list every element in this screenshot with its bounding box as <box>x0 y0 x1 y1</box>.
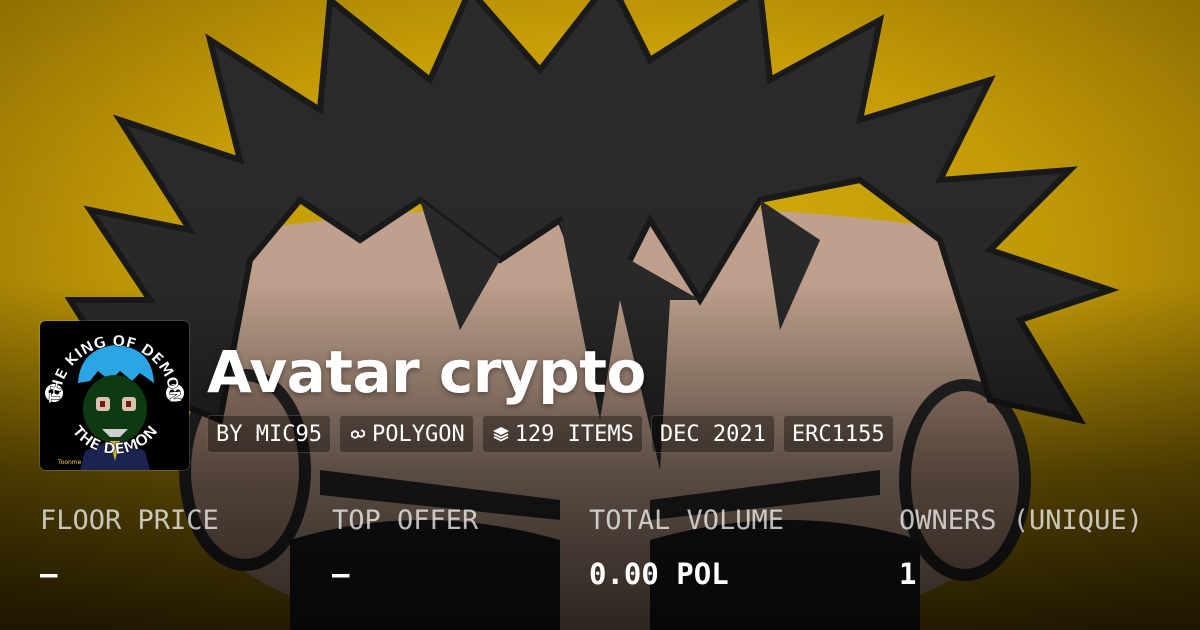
stat-total-volume: TOTAL VOLUME 0.00 POL <box>589 504 784 594</box>
creator-chip[interactable]: BY MIC95 <box>207 415 331 453</box>
stat-value: — <box>332 557 350 591</box>
logo-watermark: Toonme <box>57 459 82 466</box>
stat-top-offer: TOP OFFER — <box>332 504 478 594</box>
creator-chip-label: BY MIC95 <box>216 421 322 447</box>
stat-label: TOTAL VOLUME <box>589 505 785 536</box>
stat-owners: OWNERS (UNIQUE) 1 <box>899 504 1143 594</box>
created-date-label: DEC 2021 <box>659 421 766 447</box>
layers-icon <box>492 427 509 442</box>
collection-chips: BY MIC95 POLYGON 129 ITEMS DEC 2021 ERC1… <box>207 415 894 453</box>
stat-value: 0.00 POL <box>589 557 729 591</box>
token-standard-chip: ERC1155 <box>782 415 894 453</box>
polygon-icon <box>351 429 365 439</box>
collection-title: Avatar crypto <box>207 338 646 406</box>
collection-logo: THE KING OF DEMON THE DEMON Toonme <box>40 321 189 470</box>
stat-floor-price: FLOOR PRICE — <box>40 504 219 594</box>
stat-value: — <box>40 557 58 591</box>
token-standard-label: ERC1155 <box>791 421 885 447</box>
stat-label: TOP OFFER <box>332 505 479 536</box>
collection-stats: FLOOR PRICE — TOP OFFER — TOTAL VOLUME 0… <box>0 504 1200 604</box>
created-date-chip: DEC 2021 <box>650 415 775 453</box>
chain-chip-label: POLYGON <box>371 421 465 447</box>
items-chip[interactable]: 129 ITEMS <box>481 415 643 453</box>
stat-label: OWNERS (UNIQUE) <box>899 505 1143 536</box>
stat-label: FLOOR PRICE <box>40 505 219 536</box>
chain-chip[interactable]: POLYGON <box>338 415 474 453</box>
items-chip-label: 129 ITEMS <box>514 421 634 447</box>
stat-value: 1 <box>899 557 917 591</box>
